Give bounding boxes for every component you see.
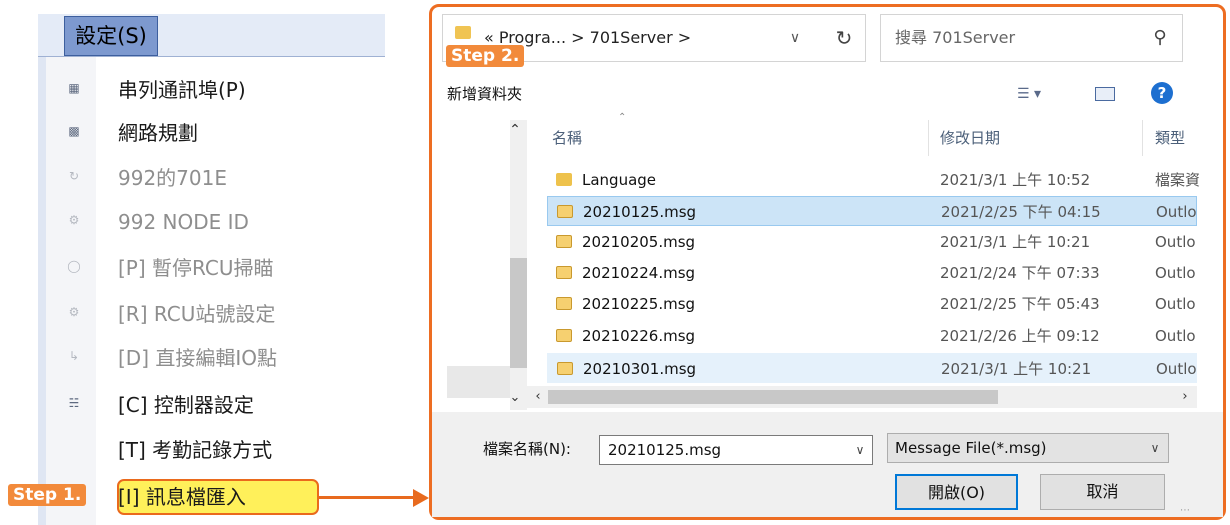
scroll-left-icon[interactable]: ‹ xyxy=(530,386,546,408)
mail-file-icon xyxy=(556,235,572,248)
node-id-icon: ⚙ xyxy=(68,213,80,227)
column-divider[interactable] xyxy=(928,120,929,156)
resize-grip-icon[interactable]: ⋯ xyxy=(1180,505,1190,516)
help-icon[interactable]: ? xyxy=(1151,82,1173,104)
file-type: Outlo xyxy=(1156,203,1197,221)
menu-item-node-id[interactable]: ⚙ 992 NODE ID xyxy=(46,200,385,244)
folder-icon xyxy=(455,26,471,39)
menu-item-label: 992 NODE ID xyxy=(118,210,249,234)
network-icon: ▩ xyxy=(68,124,80,138)
scroll-right-icon[interactable]: › xyxy=(1177,386,1193,408)
file-name: Language xyxy=(582,171,657,189)
chevron-down-icon[interactable]: ∨ xyxy=(1143,433,1167,463)
edit-io-icon: ↳ xyxy=(68,349,80,363)
sort-caret-icon: ⌃ xyxy=(618,112,627,123)
serial-port-icon: ▦ xyxy=(68,81,80,95)
navigation-pane-selected[interactable] xyxy=(447,366,510,398)
column-divider[interactable] xyxy=(1142,120,1143,156)
file-row[interactable]: Language 2021/3/1 上午 10:52 檔案資 xyxy=(547,165,1201,195)
menu-item-pause-scan[interactable]: ◯ [P] 暫停RCU掃瞄 xyxy=(46,246,385,290)
file-type: Outlo xyxy=(1155,233,1196,251)
menu-left-strip xyxy=(38,14,46,525)
menu-item-992-701e[interactable]: ↻ 992的701E xyxy=(46,156,385,200)
file-name: 20210224.msg xyxy=(582,264,696,282)
file-date: 2021/3/1 上午 10:21 xyxy=(941,360,1092,378)
file-row[interactable]: 20210205.msg 2021/3/1 上午 10:21 Outlo xyxy=(547,227,1197,257)
filetype-value[interactable]: Message File(*.msg) xyxy=(895,433,1047,463)
filename-label: 檔案名稱(N): xyxy=(483,440,571,458)
mail-file-icon xyxy=(556,266,572,279)
open-button[interactable]: 開啟(O) xyxy=(895,474,1018,510)
preview-pane-icon[interactable] xyxy=(1095,87,1115,101)
pause-scan-icon: ◯ xyxy=(67,259,81,273)
file-date: 2021/2/26 上午 09:12 xyxy=(940,327,1100,345)
file-type: Outlo xyxy=(1155,264,1196,282)
chevron-down-icon[interactable]: ∨ xyxy=(848,435,872,465)
file-name: 20210226.msg xyxy=(582,327,696,345)
horizontal-scroll-thumb[interactable] xyxy=(548,390,998,404)
file-type: Outlo xyxy=(1155,327,1196,345)
refresh-icon[interactable]: ↻ xyxy=(823,14,865,62)
file-name: 20210205.msg xyxy=(582,233,696,251)
file-name: 20210125.msg xyxy=(583,203,697,221)
vertical-scroll-thumb[interactable] xyxy=(510,258,527,368)
mail-file-icon xyxy=(556,297,572,310)
menu-item-label: 網路規劃 xyxy=(118,121,198,145)
menu-item-label: 串列通訊埠(P) xyxy=(118,78,246,102)
file-row[interactable]: 20210125.msg 2021/2/25 下午 04:15 Outlo xyxy=(547,196,1197,226)
folder-icon xyxy=(556,173,572,186)
mail-file-icon xyxy=(556,329,572,342)
arrow-right-icon xyxy=(413,489,429,507)
controller-icon: ☵ xyxy=(68,396,80,410)
menu-item-station-number[interactable]: ⚙ [R] RCU站號設定 xyxy=(46,292,385,336)
file-row[interactable]: 20210226.msg 2021/2/26 上午 09:12 Outlo xyxy=(547,321,1197,351)
menu-item-serial-port[interactable]: ▦ 串列通訊埠(P) xyxy=(46,68,385,112)
menu-item-controller[interactable]: ☵ [C] 控制器設定 xyxy=(46,383,385,427)
search-placeholder: 搜尋 701Server xyxy=(895,28,1016,47)
file-date: 2021/3/1 上午 10:52 xyxy=(940,171,1091,189)
mail-file-icon xyxy=(557,205,573,218)
menu-item-network[interactable]: ▩ 網路規劃 xyxy=(46,111,385,155)
column-header-name[interactable]: 名稱 xyxy=(552,124,582,152)
station-number-icon: ⚙ xyxy=(68,305,80,319)
menu-item-attendance[interactable]: [T] 考勤記錄方式 xyxy=(46,428,385,472)
scroll-up-icon[interactable]: ⌃ xyxy=(502,118,528,142)
menu-item-label: [R] RCU站號設定 xyxy=(118,302,276,326)
menu-settings-title[interactable]: 設定(S) xyxy=(64,16,158,56)
chevron-down-icon[interactable]: ∨ xyxy=(780,14,810,62)
file-row[interactable]: 20210301.msg 2021/3/1 上午 10:21 Outlo xyxy=(547,353,1197,383)
menu-item-label: [P] 暫停RCU掃瞄 xyxy=(118,256,274,280)
file-name: 20210301.msg xyxy=(583,360,697,378)
file-type: Outlo xyxy=(1156,360,1197,378)
file-name: 20210225.msg xyxy=(582,295,696,313)
menu-item-label: [C] 控制器設定 xyxy=(118,393,254,417)
view-options-icon[interactable]: ☰ ▾ xyxy=(1017,84,1049,104)
step-2-badge: Step 2. xyxy=(446,45,525,67)
search-icon[interactable]: ⚲ xyxy=(1148,14,1172,62)
file-date: 2021/3/1 上午 10:21 xyxy=(940,233,1091,251)
column-header-date[interactable]: 修改日期 xyxy=(940,124,1000,152)
file-row[interactable]: 20210224.msg 2021/2/24 下午 07:33 Outlo xyxy=(547,258,1197,288)
new-folder-button[interactable]: 新增資料夾 xyxy=(447,80,522,108)
column-header-type[interactable]: 類型 xyxy=(1155,124,1185,152)
file-date: 2021/2/25 下午 05:43 xyxy=(940,295,1100,313)
step-1-badge: Step 1. xyxy=(8,484,87,506)
menu-item-label: [D] 直接編輯IO點 xyxy=(118,346,278,370)
menu-item-label: [T] 考勤記錄方式 xyxy=(118,438,273,462)
menu-item-edit-io[interactable]: ↳ [D] 直接編輯IO點 xyxy=(46,336,385,380)
filename-value[interactable]: 20210125.msg xyxy=(608,435,721,465)
file-type: 檔案資 xyxy=(1155,171,1201,189)
file-date: 2021/2/24 下午 07:33 xyxy=(940,264,1100,282)
file-date: 2021/2/25 下午 04:15 xyxy=(941,203,1101,221)
mail-file-icon xyxy=(557,362,573,375)
menu-item-label: 992的701E xyxy=(118,166,227,190)
arrow-line xyxy=(319,496,414,499)
file-row[interactable]: 20210225.msg 2021/2/25 下午 05:43 Outlo xyxy=(547,289,1197,319)
cancel-button[interactable]: 取消 xyxy=(1040,474,1165,510)
scroll-down-icon[interactable]: ⌄ xyxy=(502,386,528,410)
file-type: Outlo xyxy=(1155,295,1196,313)
refresh-link-icon: ↻ xyxy=(68,169,80,183)
menu-item-label: [I] 訊息檔匯入 xyxy=(118,485,246,509)
